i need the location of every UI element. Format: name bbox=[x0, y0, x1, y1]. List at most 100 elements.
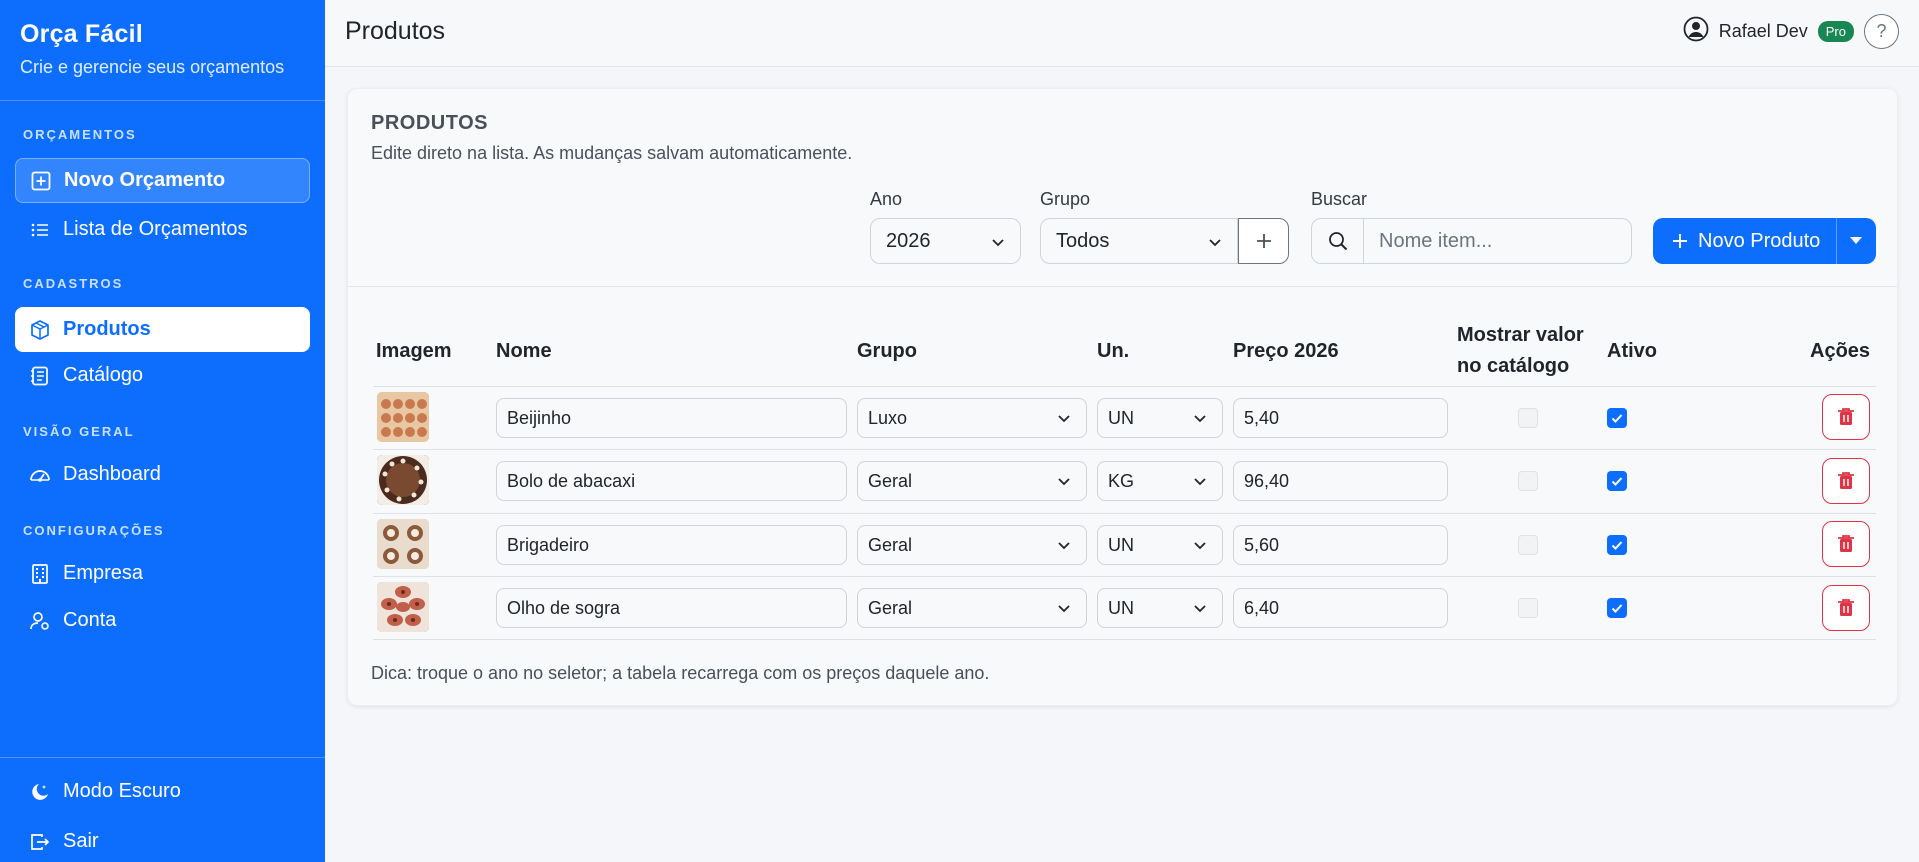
chevron-down-icon bbox=[1192, 410, 1208, 431]
sidebar-item-novo-orcamento[interactable]: Novo Orçamento bbox=[15, 158, 310, 203]
product-group-select[interactable]: Geral bbox=[857, 525, 1087, 565]
card-title: PRODUTOS bbox=[371, 112, 488, 134]
active-checkbox[interactable] bbox=[1607, 408, 1627, 428]
check-icon bbox=[1611, 604, 1623, 613]
card-description: Edite direto na lista. As mudanças salva… bbox=[371, 143, 853, 163]
card-divider bbox=[348, 286, 1897, 287]
product-name-input[interactable]: Brigadeiro bbox=[496, 525, 847, 565]
delete-button[interactable] bbox=[1822, 521, 1870, 567]
sidebar-item-dashboard[interactable]: Dashboard bbox=[15, 452, 310, 497]
help-button[interactable]: ? bbox=[1864, 14, 1899, 49]
sidebar-item-sair[interactable]: Sair bbox=[15, 819, 310, 862]
list-icon bbox=[29, 219, 51, 241]
logout-icon bbox=[29, 831, 51, 853]
active-checkbox[interactable] bbox=[1607, 471, 1627, 491]
delete-button[interactable] bbox=[1822, 585, 1870, 631]
product-unit-select[interactable]: KG bbox=[1097, 461, 1223, 501]
column-header-nome: Nome bbox=[496, 340, 552, 362]
active-checkbox[interactable] bbox=[1607, 535, 1627, 555]
row-divider bbox=[373, 576, 1876, 577]
sidebar-item-catalogo[interactable]: Catálogo bbox=[15, 353, 310, 398]
speedometer-icon bbox=[29, 464, 51, 486]
unit-value: UN bbox=[1108, 534, 1134, 555]
chevron-down-icon bbox=[1192, 600, 1208, 621]
sidebar-item-modo-escuro[interactable]: Modo Escuro bbox=[15, 769, 310, 814]
product-thumbnail bbox=[377, 455, 429, 505]
sidebar: Orça Fácil Crie e gerencie seus orçament… bbox=[0, 0, 325, 862]
journal-icon bbox=[29, 365, 51, 387]
show-price-checkbox[interactable] bbox=[1518, 471, 1538, 491]
user-circle-icon[interactable] bbox=[1683, 16, 1709, 47]
sidebar-item-label: Produtos bbox=[63, 318, 151, 340]
new-product-dropdown-toggle[interactable] bbox=[1836, 218, 1874, 264]
chevron-down-icon bbox=[1192, 537, 1208, 558]
product-unit-select[interactable]: UN bbox=[1097, 525, 1223, 565]
sidebar-item-produtos[interactable]: Produtos bbox=[15, 307, 310, 352]
table-hint: Dica: troque o ano no seletor; a tabela … bbox=[371, 663, 990, 683]
sidebar-item-label: Catálogo bbox=[63, 364, 144, 386]
chevron-down-icon bbox=[990, 233, 1006, 256]
brand-subtitle: Crie e gerencie seus orçamentos bbox=[20, 57, 285, 77]
sidebar-item-label: Empresa bbox=[63, 562, 144, 584]
chevron-down-icon bbox=[1056, 537, 1072, 558]
sidebar-item-conta[interactable]: Conta bbox=[15, 598, 310, 643]
unit-value: UN bbox=[1108, 597, 1134, 618]
product-price-input[interactable]: 96,40 bbox=[1233, 461, 1448, 501]
product-group-select[interactable]: Luxo bbox=[857, 398, 1087, 438]
sidebar-item-label: Sair bbox=[63, 830, 99, 852]
chevron-down-icon bbox=[1207, 233, 1223, 256]
ano-label: Ano bbox=[870, 189, 903, 209]
new-product-label: Novo Produto bbox=[1698, 229, 1821, 252]
active-checkbox[interactable] bbox=[1607, 598, 1627, 618]
delete-button[interactable] bbox=[1822, 394, 1870, 440]
sidebar-divider bbox=[0, 757, 325, 758]
caret-down-icon bbox=[1849, 237, 1862, 244]
search-input[interactable] bbox=[1364, 219, 1604, 263]
sidebar-item-empresa[interactable]: Empresa bbox=[15, 551, 310, 596]
plan-badge: Pro bbox=[1817, 21, 1854, 42]
chevron-down-icon bbox=[1056, 473, 1072, 494]
trash-icon bbox=[1838, 408, 1854, 425]
product-name-input[interactable]: Olho de sogra bbox=[496, 588, 847, 628]
grupo-select[interactable]: Todos bbox=[1040, 218, 1238, 264]
column-header-mostrar-valor: Mostrar valor bbox=[1457, 324, 1584, 346]
group-value: Luxo bbox=[868, 407, 908, 428]
group-value: Geral bbox=[868, 597, 913, 618]
product-price-input[interactable]: 5,60 bbox=[1233, 525, 1448, 565]
chevron-down-icon bbox=[1056, 410, 1072, 431]
add-group-button[interactable] bbox=[1238, 218, 1289, 264]
product-price-input[interactable]: 6,40 bbox=[1233, 588, 1448, 628]
new-product-main[interactable]: Novo Produto bbox=[1653, 218, 1836, 264]
show-price-checkbox[interactable] bbox=[1518, 598, 1538, 618]
buscar-label: Buscar bbox=[1311, 189, 1368, 209]
product-group-select[interactable]: Geral bbox=[857, 461, 1087, 501]
column-header-un: Un. bbox=[1097, 340, 1130, 362]
show-price-checkbox[interactable] bbox=[1518, 408, 1538, 428]
show-price-checkbox[interactable] bbox=[1518, 535, 1538, 555]
column-header-grupo: Grupo bbox=[857, 340, 917, 362]
delete-button[interactable] bbox=[1822, 458, 1870, 504]
column-header-ativo: Ativo bbox=[1607, 340, 1657, 362]
product-group-select[interactable]: Geral bbox=[857, 588, 1087, 628]
user-name[interactable]: Rafael Dev bbox=[1719, 21, 1808, 42]
brand-title: Orça Fácil bbox=[20, 20, 143, 48]
sidebar-item-label: Dashboard bbox=[63, 463, 161, 485]
building-icon bbox=[29, 563, 51, 585]
row-divider bbox=[373, 449, 1876, 450]
ano-select[interactable]: 2026 bbox=[870, 218, 1021, 264]
section-title-configuracoes: CONFIGURAÇÕES bbox=[23, 523, 165, 538]
product-price-input[interactable]: 5,40 bbox=[1233, 398, 1448, 438]
trash-icon bbox=[1838, 535, 1854, 552]
product-unit-select[interactable]: UN bbox=[1097, 398, 1223, 438]
column-header-preco: Preço 2026 bbox=[1233, 340, 1339, 362]
product-unit-select[interactable]: UN bbox=[1097, 588, 1223, 628]
new-product-button[interactable]: Novo Produto bbox=[1653, 218, 1876, 264]
column-header-imagem: Imagem bbox=[376, 340, 452, 362]
check-icon bbox=[1611, 414, 1623, 423]
product-name-input[interactable]: Beijinho bbox=[496, 398, 847, 438]
check-icon bbox=[1611, 477, 1623, 486]
sidebar-item-lista-orcamentos[interactable]: Lista de Orçamentos bbox=[15, 207, 310, 252]
product-name-input[interactable]: Bolo de abacaxi bbox=[496, 461, 847, 501]
search-group bbox=[1311, 218, 1632, 264]
group-value: Geral bbox=[868, 534, 913, 555]
